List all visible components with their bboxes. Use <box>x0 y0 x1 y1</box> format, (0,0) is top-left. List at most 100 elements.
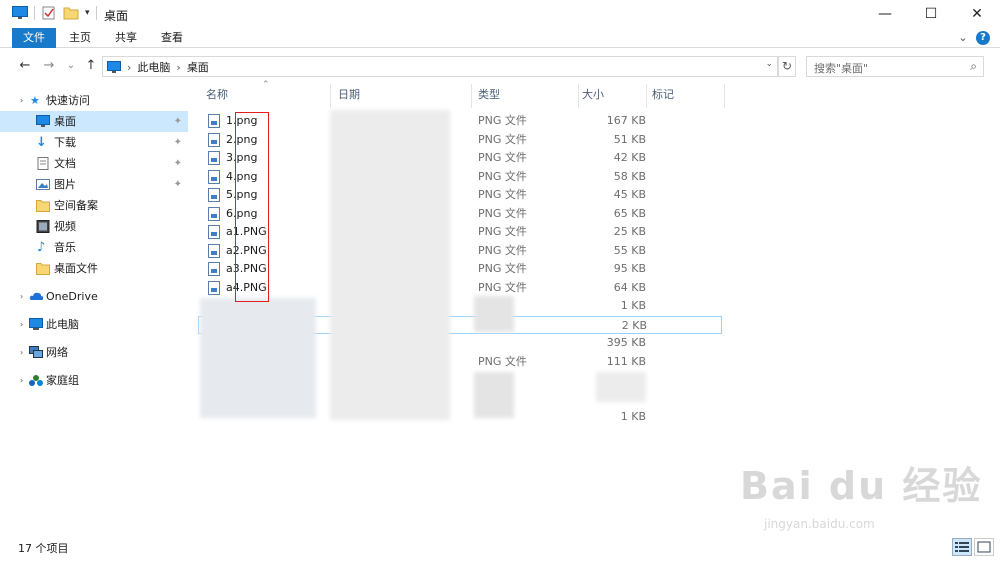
file-row[interactable]: 1.png PNG 文件 167 KB <box>206 112 920 130</box>
separator <box>95 6 97 20</box>
file-row[interactable]: 3.png PNG 文件 42 KB <box>206 149 920 167</box>
quick-access-toolbar: ▾ <box>12 6 97 20</box>
tab-home[interactable]: 主页 <box>62 28 98 48</box>
back-button[interactable]: ← <box>16 56 34 76</box>
file-row[interactable]: a3.PNG PNG 文件 95 KB <box>206 260 920 278</box>
pin-icon[interactable]: ✦ <box>174 132 182 153</box>
sidebar-item-label: OneDrive <box>46 290 98 303</box>
file-explorer-window: ▾ 桌面 — ☐ ✕ 文件 主页 共享 查看 ⌄ ? ← → ⌄ ↑ › 此电脑… <box>0 0 1000 563</box>
desktop-icon <box>36 115 50 127</box>
status-bar: 17 个项目 <box>0 536 1000 563</box>
file-type: PNG 文件 <box>478 225 527 238</box>
file-row[interactable]: 4.png PNG 文件 58 KB <box>206 168 920 186</box>
tab-view[interactable]: 查看 <box>154 28 190 48</box>
file-type: PNG 文件 <box>478 207 527 220</box>
column-header-type[interactable]: 类型 <box>478 80 578 110</box>
sidebar-item-homegroup[interactable]: › 家庭组 <box>0 370 188 391</box>
sidebar-item-downloads[interactable]: ↓ 下载 ✦ <box>0 132 188 153</box>
ribbon-expand-icon[interactable]: ⌄ <box>956 28 970 48</box>
breadcrumb-this-pc[interactable]: 此电脑 <box>137 59 170 75</box>
sidebar-item-onedrive[interactable]: › OneDrive <box>0 286 188 307</box>
chevron-right-icon[interactable]: › <box>127 61 131 74</box>
details-view-button[interactable] <box>952 538 972 556</box>
watermark-url: jingyan.baidu.com <box>764 517 875 531</box>
column-header-name[interactable]: 名称 <box>206 80 330 110</box>
chevron-down-icon[interactable]: ⌄ <box>765 59 773 69</box>
minimize-button[interactable]: — <box>862 0 908 28</box>
folder-icon <box>36 263 50 275</box>
forward-button[interactable]: → <box>40 56 58 76</box>
help-icon[interactable]: ? <box>976 31 990 45</box>
new-folder-icon[interactable] <box>63 6 79 20</box>
file-row[interactable]: 5.png PNG 文件 45 KB <box>206 186 920 204</box>
pin-icon[interactable]: ✦ <box>174 153 182 174</box>
column-separator[interactable] <box>578 84 579 108</box>
column-header-date[interactable]: 日期 <box>338 80 470 110</box>
pin-icon[interactable]: ✦ <box>174 174 182 195</box>
sidebar-item-network[interactable]: › 网络 <box>0 342 188 363</box>
sidebar-item-documents[interactable]: 文档 ✦ <box>0 153 188 174</box>
column-separator[interactable] <box>330 84 331 108</box>
sidebar-item-label: 文档 <box>54 157 76 170</box>
file-size: 45 KB <box>613 188 646 201</box>
column-header-size[interactable]: 大小 <box>582 80 646 110</box>
file-type: PNG 文件 <box>478 355 527 368</box>
recent-locations-button[interactable]: ⌄ <box>62 56 80 76</box>
file-row[interactable]: a2.PNG PNG 文件 55 KB <box>206 242 920 260</box>
customize-qat-icon[interactable]: ▾ <box>85 8 90 18</box>
file-type: PNG 文件 <box>478 281 527 294</box>
file-row[interactable]: a1.PNG PNG 文件 25 KB <box>206 223 920 241</box>
close-button[interactable]: ✕ <box>954 0 1000 28</box>
sidebar-item-desktop[interactable]: 桌面 ✦ <box>0 111 188 132</box>
breadcrumb: › 此电脑 › 桌面 <box>107 59 209 75</box>
column-header-tags[interactable]: 标记 <box>652 80 722 110</box>
sidebar-item-this-pc[interactable]: › 此电脑 <box>0 314 188 335</box>
png-file-icon <box>208 188 220 202</box>
computer-icon <box>29 318 43 330</box>
file-size: 51 KB <box>613 133 646 146</box>
refresh-button[interactable]: ↻ <box>778 56 796 77</box>
sidebar-item-label: 视频 <box>54 220 76 233</box>
network-icon <box>29 346 43 358</box>
chevron-right-icon[interactable]: › <box>20 314 23 335</box>
address-bar[interactable]: › 此电脑 › 桌面 ⌄ <box>102 56 778 77</box>
cloud-icon <box>29 292 44 300</box>
png-file-icon <box>208 133 220 147</box>
tab-share[interactable]: 共享 <box>108 28 144 48</box>
document-icon <box>37 157 49 170</box>
file-type: PNG 文件 <box>478 262 527 275</box>
file-row[interactable]: 2.png PNG 文件 51 KB <box>206 131 920 149</box>
up-button[interactable]: ↑ <box>82 56 100 76</box>
file-type: PNG 文件 <box>478 114 527 127</box>
sidebar-item-label: 音乐 <box>54 241 76 254</box>
tab-file[interactable]: 文件 <box>12 28 56 48</box>
file-row[interactable]: 6.png PNG 文件 65 KB <box>206 205 920 223</box>
sidebar-item-pictures[interactable]: 图片 ✦ <box>0 174 188 195</box>
chevron-right-icon[interactable]: › <box>20 342 23 363</box>
maximize-button[interactable]: ☐ <box>908 0 954 28</box>
sidebar-item-music[interactable]: ♪ 音乐 <box>0 237 188 258</box>
file-type: PNG 文件 <box>478 133 527 146</box>
sidebar-item-space-record[interactable]: 空间备案 <box>0 195 188 216</box>
sidebar-item-quick-access[interactable]: › ★ 快速访问 <box>0 90 188 111</box>
column-separator[interactable] <box>471 84 472 108</box>
column-separator[interactable] <box>724 84 725 108</box>
png-file-icon <box>208 207 220 221</box>
column-separator[interactable] <box>646 84 647 108</box>
search-input[interactable]: 搜索"桌面" ⌕ <box>806 56 984 77</box>
search-icon[interactable]: ⌕ <box>970 59 977 74</box>
file-row[interactable]: a4.PNG PNG 文件 64 KB <box>206 279 920 297</box>
sidebar-item-label: 网络 <box>46 346 68 359</box>
large-icons-view-button[interactable] <box>974 538 994 556</box>
sidebar-item-desktop-files[interactable]: 桌面文件 <box>0 258 188 279</box>
pin-icon[interactable]: ✦ <box>174 111 182 132</box>
sidebar-item-label: 空间备案 <box>54 199 98 212</box>
sidebar-item-videos[interactable]: 视频 <box>0 216 188 237</box>
chevron-right-icon[interactable]: › <box>176 61 180 74</box>
folder-icon <box>36 200 50 212</box>
chevron-down-icon[interactable]: › <box>20 90 23 111</box>
properties-icon[interactable] <box>41 6 57 20</box>
breadcrumb-desktop[interactable]: 桌面 <box>187 59 209 75</box>
chevron-right-icon[interactable]: › <box>20 370 23 391</box>
chevron-right-icon[interactable]: › <box>20 286 23 307</box>
